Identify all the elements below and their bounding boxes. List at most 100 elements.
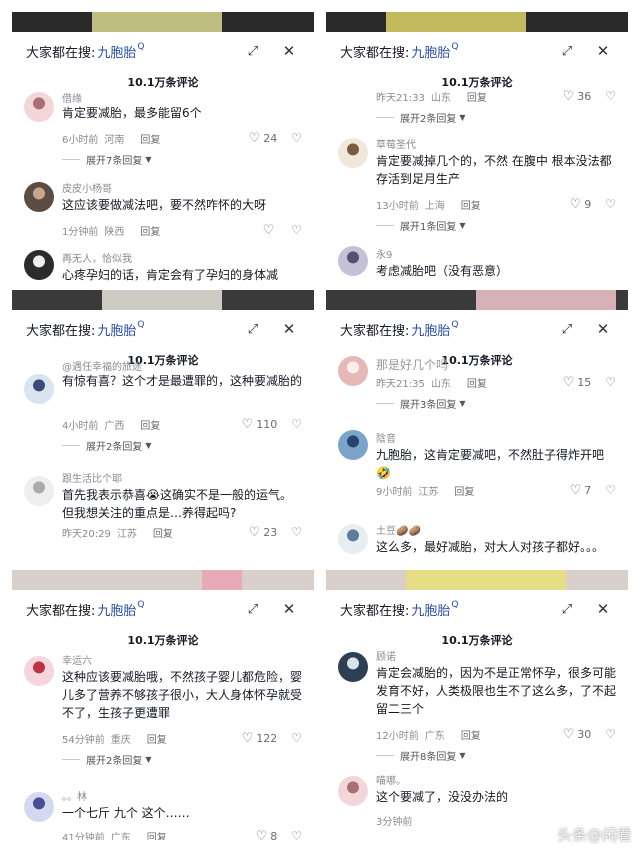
reply-button[interactable]: 回复 <box>140 223 160 238</box>
avatar[interactable] <box>24 656 54 686</box>
close-icon[interactable]: ✕ <box>592 318 614 340</box>
search-suggestion-bar[interactable]: 大家都在搜: 九胞胎 Q ⤢ ✕ <box>12 32 314 70</box>
username[interactable]: 土豆🥔🥔 <box>376 522 421 537</box>
avatar[interactable] <box>338 246 368 276</box>
like-button[interactable]: ♡ 8 <box>256 829 278 841</box>
dislike-icon[interactable]: ♡ <box>291 829 302 840</box>
search-suggestion-bar[interactable]: 大家都在搜: 九胞胎 Q ⤢ ✕ <box>12 590 314 628</box>
reply-button[interactable]: 回复 <box>147 731 167 746</box>
username[interactable]: 借缘 <box>62 90 82 105</box>
like-button[interactable]: ♡ 30 <box>563 727 592 742</box>
dislike-icon[interactable]: ♡ <box>291 731 302 745</box>
username[interactable]: 陰音 <box>376 430 396 445</box>
username[interactable]: @遇任幸福的旅途 <box>62 358 142 373</box>
expand-replies-button[interactable]: 展开8条回复 ▼ <box>376 748 466 763</box>
avatar[interactable] <box>24 374 54 404</box>
reply-button[interactable]: 回复 <box>140 131 160 146</box>
username[interactable]: 顾诺 <box>376 648 396 663</box>
search-icon: Q <box>137 42 145 52</box>
expand-icon[interactable]: ⤢ <box>242 40 264 62</box>
avatar[interactable] <box>338 138 368 168</box>
like-button[interactable]: ♡ 36 <box>563 89 592 104</box>
reply-button[interactable]: 回复 <box>153 525 173 540</box>
close-icon[interactable]: ✕ <box>592 40 614 62</box>
reply-button[interactable]: 回复 <box>467 89 487 104</box>
expand-icon[interactable]: ⤢ <box>556 318 578 340</box>
close-icon[interactable]: ✕ <box>592 598 614 620</box>
search-keyword-link[interactable]: 九胞胎 <box>411 320 450 339</box>
search-keyword-link[interactable]: 九胞胎 <box>97 600 136 619</box>
like-button[interactable]: ♡ 122 <box>242 731 278 746</box>
comment-list[interactable]: 幸运六 这种应该要减胎哦，不然孩子婴儿都危险，婴儿多了营养不够孩子很小，大人身体怀… <box>12 646 314 840</box>
username[interactable]: 草莓圣代 <box>376 136 416 151</box>
search-keyword-link[interactable]: 九胞胎 <box>411 42 450 61</box>
dislike-icon[interactable]: ♡ <box>605 727 616 741</box>
comment-list[interactable]: 顾诺 肯定会减胎的，因为不是正常怀孕，很多可能发育不好，人类极限也生不了这么多，了… <box>326 646 628 840</box>
dislike-icon[interactable]: ♡ <box>605 89 616 103</box>
search-keyword-link[interactable]: 九胞胎 <box>411 600 450 619</box>
like-button[interactable]: ♡ 9 <box>570 197 592 212</box>
username[interactable]: 再无人，恰似我 <box>62 250 132 265</box>
like-button[interactable]: ♡ <box>263 223 278 238</box>
reply-button[interactable]: 回复 <box>461 727 481 742</box>
dislike-icon[interactable]: ♡ <box>291 131 302 145</box>
expand-replies-button[interactable]: 展开2条回复 ▼ <box>62 752 152 767</box>
close-icon[interactable]: ✕ <box>278 40 300 62</box>
reply-button[interactable]: 回复 <box>454 483 474 498</box>
dislike-icon[interactable]: ♡ <box>605 483 616 497</box>
comment-time: 13小时前 <box>376 200 419 212</box>
avatar[interactable] <box>24 792 54 822</box>
username[interactable]: 跟生活比个耶 <box>62 470 122 485</box>
avatar[interactable] <box>24 182 54 212</box>
search-keyword-link[interactable]: 九胞胎 <box>97 320 136 339</box>
expand-replies-button[interactable]: 展开1条回复 ▼ <box>376 218 466 233</box>
search-suggestion-bar[interactable]: 大家都在搜: 九胞胎 Q ⤢ ✕ <box>12 310 314 348</box>
avatar[interactable] <box>24 92 54 122</box>
avatar[interactable] <box>24 250 54 280</box>
username[interactable]: 。。林 <box>62 788 87 803</box>
reply-button[interactable]: 回复 <box>467 375 487 390</box>
reply-button[interactable]: 回复 <box>147 829 167 841</box>
username[interactable]: 喵哪。 <box>376 772 406 787</box>
comment-list[interactable]: 那是好几个吗 昨天21:35 山东 回复 ♡ 15 ♡ 展开3条回复 ▼ 陰音 九胞胎，这肯定要减吧… <box>326 356 628 560</box>
comment-list[interactable]: 借缘 肯定要减胎，最多能留6个 6小时前 河南 回复 ♡ 24 ♡ 展开7条回复 ▼ 皮皮小杨哥 这应… <box>12 88 314 282</box>
search-suggestion-bar[interactable]: 大家都在搜: 九胞胎 Q ⤢ ✕ <box>326 32 628 70</box>
close-icon[interactable]: ✕ <box>278 318 300 340</box>
like-button[interactable]: ♡ 110 <box>242 417 278 432</box>
comment-list[interactable]: 昨天21:33 山东 回复 ♡ 36 ♡ 展开2条回复 ▼ 草莓圣代 肯定要减掉几个的，不然 在腹… <box>326 88 628 282</box>
reply-button[interactable]: 回复 <box>461 197 481 212</box>
username[interactable]: 皮皮小杨哥 <box>62 180 112 195</box>
reply-button[interactable]: 回复 <box>140 417 160 432</box>
expand-icon[interactable]: ⤢ <box>556 40 578 62</box>
expand-replies-button[interactable]: 展开2条回复 ▼ <box>376 110 466 125</box>
dislike-icon[interactable]: ♡ <box>605 197 616 211</box>
like-count: 7 <box>584 483 592 497</box>
search-suggestion-bar[interactable]: 大家都在搜: 九胞胎 Q ⤢ ✕ <box>326 590 628 628</box>
like-button[interactable]: ♡ 7 <box>570 483 592 498</box>
expand-replies-button[interactable]: 展开3条回复 ▼ <box>376 396 466 411</box>
avatar[interactable] <box>338 776 368 806</box>
dislike-icon[interactable]: ♡ <box>605 375 616 389</box>
like-button[interactable]: ♡ 23 <box>249 525 278 540</box>
avatar[interactable] <box>24 476 54 506</box>
dislike-icon[interactable]: ♡ <box>291 525 302 539</box>
close-icon[interactable]: ✕ <box>278 598 300 620</box>
like-button[interactable]: ♡ 24 <box>249 131 278 146</box>
search-keyword-link[interactable]: 九胞胎 <box>97 42 136 61</box>
dislike-icon[interactable]: ♡ <box>291 223 302 237</box>
avatar[interactable] <box>338 652 368 682</box>
comment-list[interactable]: @遇任幸福的旅途 有惊有喜？这个才是最遭罪的，这种要减胎的 4小时前 广西 回复 ♡ 110… <box>12 362 314 560</box>
avatar[interactable] <box>338 356 368 386</box>
search-suggestion-bar[interactable]: 大家都在搜: 九胞胎 Q ⤢ ✕ <box>326 310 628 348</box>
expand-icon[interactable]: ⤢ <box>242 318 264 340</box>
expand-icon[interactable]: ⤢ <box>556 598 578 620</box>
expand-icon[interactable]: ⤢ <box>242 598 264 620</box>
username[interactable]: 幸运六 <box>62 652 92 667</box>
expand-replies-button[interactable]: 展开2条回复 ▼ <box>62 438 152 453</box>
avatar[interactable] <box>338 524 368 554</box>
username[interactable]: 永9 <box>376 246 392 261</box>
dislike-icon[interactable]: ♡ <box>291 417 302 431</box>
avatar[interactable] <box>338 430 368 460</box>
like-button[interactable]: ♡ 15 <box>563 375 592 390</box>
expand-replies-button[interactable]: 展开7条回复 ▼ <box>62 152 152 167</box>
